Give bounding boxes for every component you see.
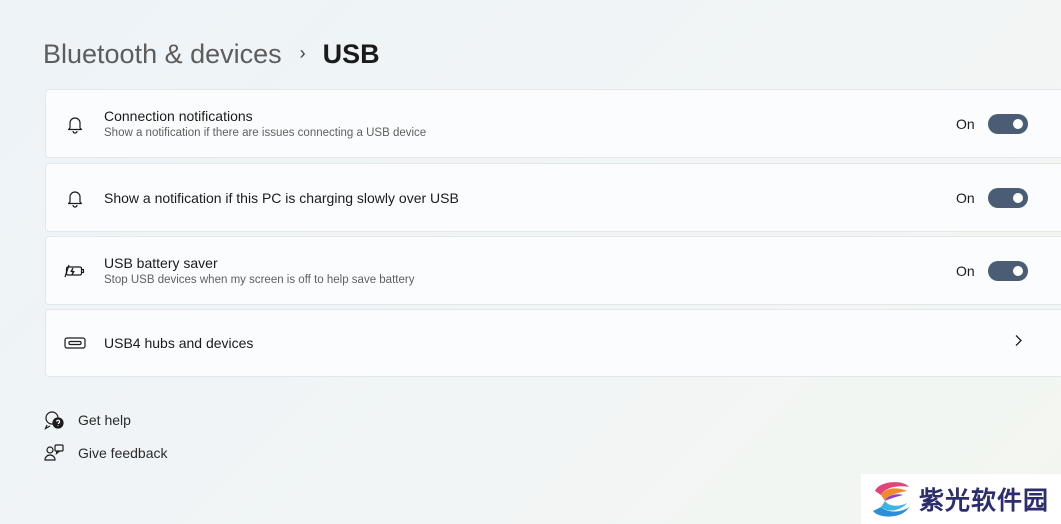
slow-charging-title: Show a notification if this PC is chargi… <box>104 189 459 206</box>
bell-icon <box>64 113 86 135</box>
battery-saver-description: Stop USB devices when my screen is off t… <box>104 273 415 286</box>
connection-notifications-title: Connection notifications <box>104 107 253 124</box>
watermark-text: 紫光软件园 <box>919 487 1050 515</box>
give-feedback-label: Give feedback <box>78 445 168 461</box>
bell-icon <box>64 187 86 209</box>
get-help-label: Get help <box>78 412 131 428</box>
help-icon <box>44 410 64 430</box>
connection-notifications-description: Show a notification if there are issues … <box>104 126 427 139</box>
battery-saver-card: USB battery saver Stop USB devices when … <box>45 236 1061 305</box>
battery-saver-title: USB battery saver <box>104 254 218 271</box>
slow-charging-card: Show a notification if this PC is chargi… <box>45 163 1061 232</box>
breadcrumb: Bluetooth & devices › USB <box>43 36 380 72</box>
chevron-right-icon <box>1013 334 1023 353</box>
usb4-hubs-title: USB4 hubs and devices <box>104 335 254 351</box>
feedback-icon <box>44 443 64 463</box>
breadcrumb-separator-icon: › <box>299 42 306 63</box>
usb4-hubs-card[interactable]: USB4 hubs and devices <box>45 309 1061 377</box>
battery-saver-icon <box>64 260 86 282</box>
toggle-knob <box>1013 192 1023 203</box>
connection-notifications-state: On <box>956 115 975 132</box>
toggle-knob <box>1013 118 1023 129</box>
get-help-link[interactable]: Get help <box>44 410 131 430</box>
usb-port-icon <box>64 332 86 354</box>
slow-charging-state: On <box>956 189 975 206</box>
watermark: 紫光软件园 <box>861 474 1061 524</box>
battery-saver-toggle[interactable] <box>988 260 1028 281</box>
page-title: USB <box>322 38 380 69</box>
battery-saver-state: On <box>956 262 975 279</box>
give-feedback-link[interactable]: Give feedback <box>44 443 168 463</box>
logo-icon <box>869 477 913 521</box>
slow-charging-toggle[interactable] <box>988 187 1028 208</box>
toggle-knob <box>1013 265 1023 276</box>
connection-notifications-card: Connection notifications Show a notifica… <box>45 89 1061 158</box>
breadcrumb-parent[interactable]: Bluetooth & devices <box>43 39 282 70</box>
connection-notifications-toggle[interactable] <box>988 113 1028 134</box>
